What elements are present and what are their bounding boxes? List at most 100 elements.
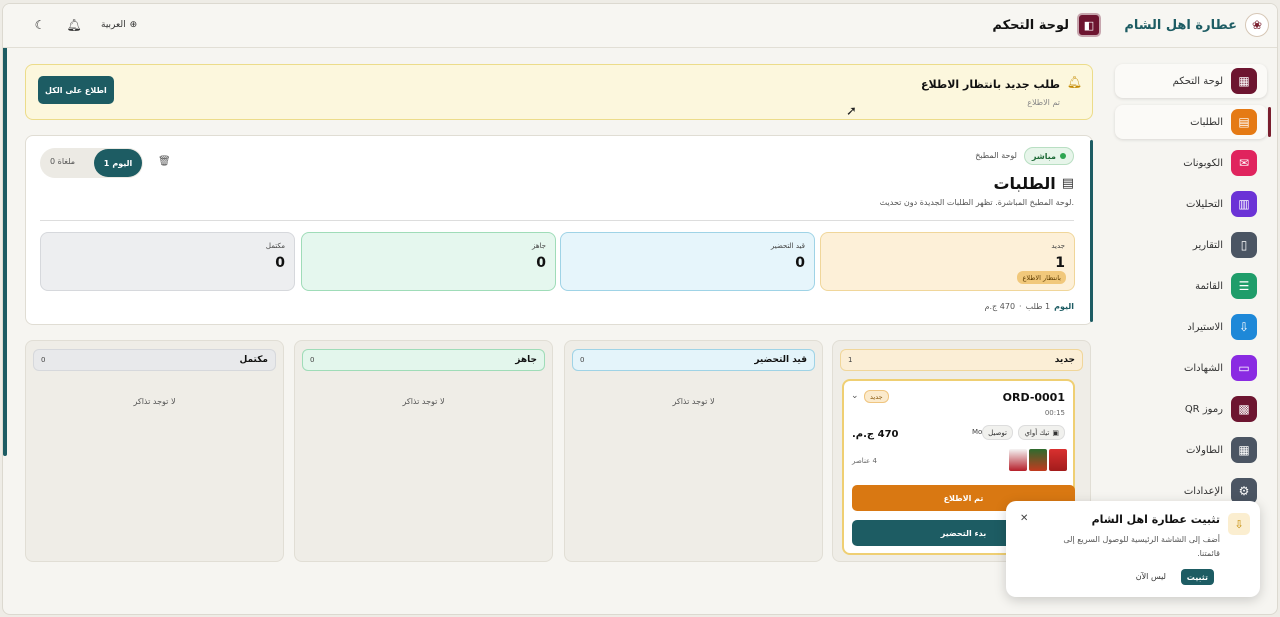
sidebar-item-tables[interactable]: ▦ الطاولات	[1115, 433, 1267, 467]
column-count: 1	[848, 356, 853, 364]
sidebar-item-testimonials[interactable]: ▭ الشهادات	[1115, 351, 1267, 385]
sidebar-item-menu[interactable]: ☰ القائمة	[1115, 269, 1267, 303]
sidebar-item-label: الشهادات	[1183, 362, 1223, 374]
column-completed: مكتمل 0 لا توجد تذاكر	[25, 340, 284, 562]
install-button[interactable]: تثبيت	[1180, 569, 1214, 585]
sidebar-item-label: التحليلات	[1185, 198, 1223, 210]
not-now-button[interactable]: ليس الآن	[1136, 572, 1166, 581]
dark-mode-moon-icon[interactable]: ☾	[33, 18, 47, 32]
summary-today: اليوم	[1054, 302, 1074, 311]
toast-message: أضف إلى الشاشة الرئيسية للوصول السريع إل…	[1063, 535, 1220, 558]
column-ready: جاهز 0 لا توجد تذاكر	[294, 340, 553, 562]
customer-name: Mo	[972, 428, 983, 436]
sidebar-item-label: الكوبونات	[1183, 157, 1223, 169]
stat-ready: جاهز 0	[301, 232, 556, 291]
brand[interactable]: ❀ عطارة اهل الشام	[1124, 13, 1269, 37]
column-name: مكتمل	[239, 355, 268, 365]
today-filter-button[interactable]: اليوم 1	[94, 149, 142, 177]
product-thumbnail	[1009, 449, 1027, 471]
sidebar-toggle-icon[interactable]: ◧	[1077, 13, 1101, 37]
stat-label: جاهز	[531, 242, 546, 250]
summary-total: 470 ج.م	[984, 302, 1016, 311]
items-count: 4 عناصر	[852, 457, 877, 465]
scroll-strip	[3, 18, 7, 456]
empty-state: لا توجد تذاكر	[133, 397, 176, 406]
sidebar-item-label: الاستيراد	[1187, 321, 1223, 333]
delivery-label: توصيل	[988, 428, 1007, 437]
language-label: العربية	[101, 20, 126, 30]
order-id: ORD-0001	[1002, 391, 1065, 404]
summary-count: 1 طلب	[1025, 302, 1051, 311]
cancelled-filter-button[interactable]: ملغاة 0	[50, 157, 75, 166]
stat-value: 0	[795, 255, 805, 271]
panel-accent-bar	[1090, 140, 1093, 322]
sidebar-item-label: الطلبات	[1190, 116, 1223, 128]
orders-heading: ▤ الطلبات	[993, 174, 1074, 193]
pending-badge: بانتظار الاطلاع	[1017, 271, 1066, 284]
cancelled-count: 0	[50, 157, 56, 166]
brand-name: عطارة اهل الشام	[1124, 17, 1237, 33]
sidebar-item-label: الطاولات	[1185, 444, 1223, 456]
notifications-bell-icon[interactable]: 🔔︎	[66, 18, 81, 32]
table-icon: ▦	[1231, 437, 1257, 463]
qr-icon: ▩	[1231, 396, 1257, 422]
sidebar-item-label: لوحة التحكم	[1172, 75, 1223, 87]
sidebar-item-dashboard[interactable]: ▦ لوحة التحكم	[1115, 64, 1267, 98]
page-title: لوحة التحكم	[992, 17, 1069, 33]
column-count: 0	[41, 356, 46, 364]
empty-state: لا توجد تذاكر	[402, 397, 445, 406]
download-icon: ⇩	[1228, 513, 1250, 535]
column-name: جاهز	[515, 355, 537, 365]
chat-icon: ▭	[1231, 355, 1257, 381]
today-label: اليوم	[112, 158, 133, 168]
sidebar-item-coupons[interactable]: ✉ الكوبونات	[1115, 146, 1267, 180]
summary-separator: ·	[1019, 302, 1022, 311]
takeaway-label: تيك أواي	[1024, 428, 1050, 437]
orders-subtitle: لوحة المطبخ المباشرة. تظهر الطلبات الجدي…	[879, 198, 1074, 207]
orders-summary: اليوم 1 طلب · 470 ج.م	[985, 302, 1074, 311]
trash-icon[interactable]: 🗑︎	[158, 156, 171, 167]
active-indicator	[1268, 107, 1271, 137]
column-header: قيد التحضير 0	[572, 349, 815, 371]
sidebar-item-analytics[interactable]: ▥ التحليلات	[1115, 187, 1267, 221]
sidebar-item-import[interactable]: ⇩ الاستيراد	[1115, 310, 1267, 344]
chevron-down-icon[interactable]: ⌄	[851, 391, 859, 401]
new-order-alert: 🔔︎ طلب جديد بانتظار الاطلاع تم الاطلاع ا…	[25, 64, 1093, 120]
topbar-actions: ☾ 🔔︎ العربية ⊕	[33, 18, 138, 32]
takeaway-tag: ▣ تيك أواي	[1018, 425, 1065, 440]
sidebar-item-orders[interactable]: ▤ الطلبات	[1115, 105, 1271, 139]
column-preparing: قيد التحضير 0 لا توجد تذاكر	[564, 340, 823, 562]
product-thumbnail	[1049, 449, 1067, 471]
alert-subtitle: تم الاطلاع	[1027, 98, 1060, 107]
clipboard-icon: ▤	[1231, 109, 1257, 135]
cancelled-label: ملغاة	[57, 157, 76, 166]
order-time: 00:15	[1044, 409, 1065, 417]
toast-title: تثبيت عطارة اهل الشام	[1091, 513, 1220, 526]
delivery-tag: توصيل	[982, 425, 1013, 440]
bag-icon: ▣	[1052, 428, 1059, 437]
list-icon: ☰	[1231, 273, 1257, 299]
sidebar-item-qr-codes[interactable]: ▩ رموز QR	[1115, 392, 1267, 426]
stat-new: جديد 1 بانتظار الاطلاع	[820, 232, 1075, 291]
divider	[40, 220, 1074, 221]
clipboard-icon: ▤	[1061, 176, 1074, 191]
column-count: 0	[580, 356, 585, 364]
import-icon: ⇩	[1231, 314, 1257, 340]
sidebar-item-label: التقارير	[1192, 239, 1223, 251]
sidebar-item-reports[interactable]: ▯ التقارير	[1115, 228, 1267, 262]
mouse-cursor-icon: ➚	[846, 104, 857, 119]
kitchen-board-label: لوحة المطبخ	[975, 151, 1017, 160]
acknowledge-all-button[interactable]: اطلاع على الكل	[38, 76, 114, 104]
language-switcher[interactable]: العربية ⊕	[101, 20, 137, 30]
column-count: 0	[310, 356, 315, 364]
grid-icon: ▦	[1231, 68, 1257, 94]
stat-value: 0	[275, 255, 285, 271]
stat-label: جديد	[1051, 242, 1065, 250]
stat-label: مكتمل	[265, 242, 285, 250]
sidebar-item-label: القائمة	[1195, 280, 1223, 292]
close-icon[interactable]: ✕	[1020, 513, 1028, 524]
orders-panel: مباشر لوحة المطبخ اليوم 1 ملغاة 0 🗑︎ ▤ ا…	[25, 135, 1093, 325]
today-count: 1	[103, 158, 110, 168]
order-status-badge: جديد	[864, 390, 889, 403]
brand-logo-icon: ❀	[1245, 13, 1269, 37]
